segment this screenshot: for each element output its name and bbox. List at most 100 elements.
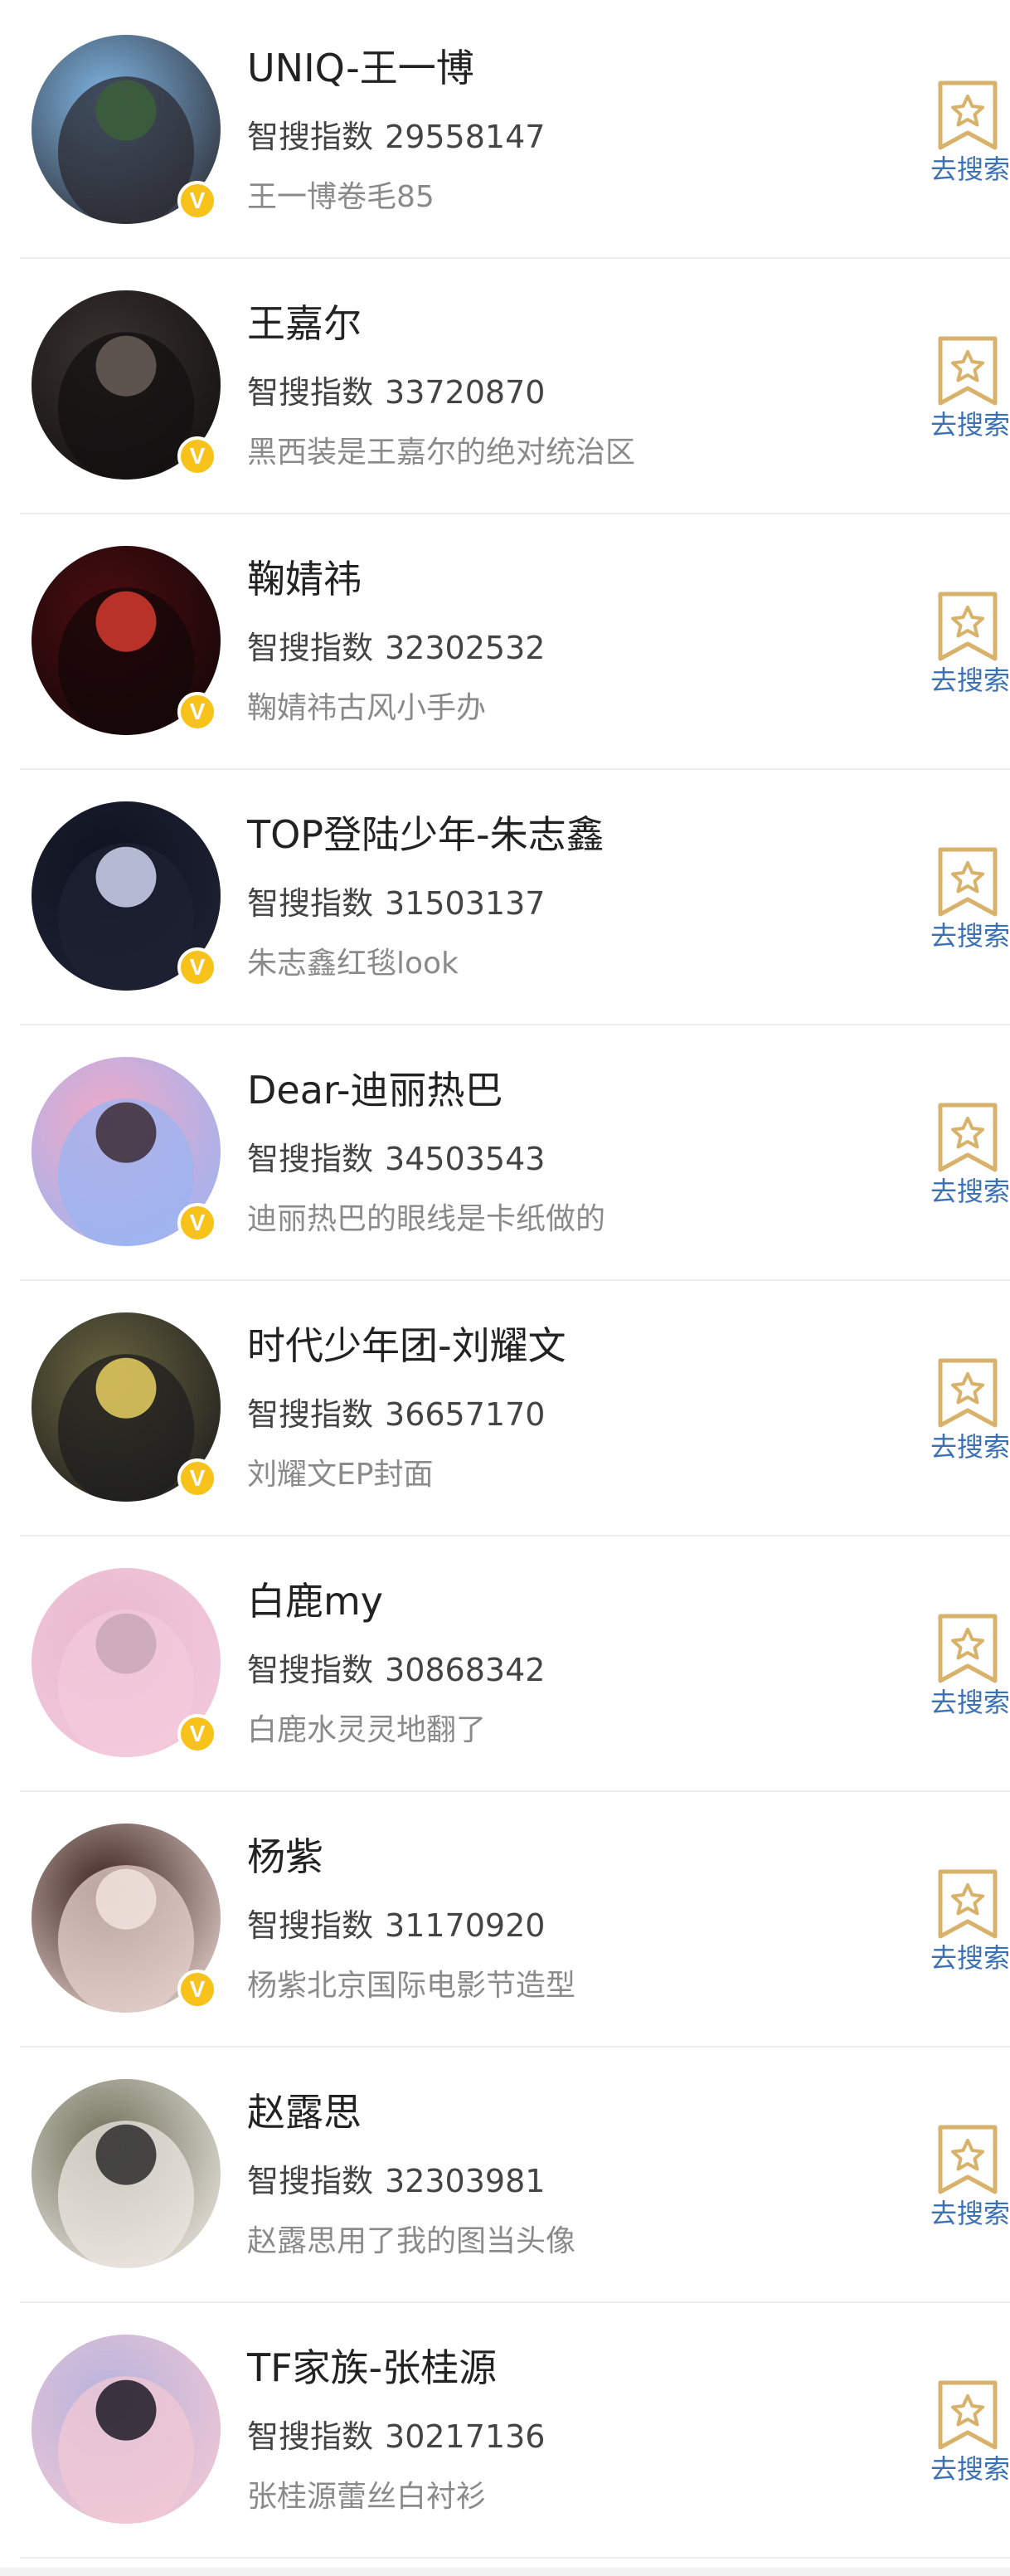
search-index: 智搜指数 29558147: [247, 116, 545, 158]
search-index-label: 智搜指数: [247, 1396, 374, 1433]
avatar[interactable]: [32, 2079, 221, 2268]
avatar-container[interactable]: V: [32, 801, 224, 994]
bookmark-star-icon: [937, 1357, 998, 1429]
search-index: 智搜指数 32303981: [247, 2160, 545, 2202]
go-search-button[interactable]: 去搜索: [929, 80, 1010, 196]
verified-badge-icon: V: [177, 1970, 217, 2009]
row-divider: [20, 2557, 1010, 2559]
search-index-value: 30217136: [385, 2418, 546, 2455]
list-item[interactable]: TF家族-张桂源 智搜指数 30217136 张桂源蕾丝白衬衫 去搜索: [0, 2303, 1010, 2559]
search-index: 智搜指数 31170920: [247, 1905, 545, 1946]
avatar-container[interactable]: V: [32, 1568, 224, 1760]
search-index-label: 智搜指数: [247, 2418, 374, 2455]
go-search-button[interactable]: 去搜索: [929, 1357, 1010, 1473]
search-index-label: 智搜指数: [247, 1652, 374, 1688]
search-index: 智搜指数 36657170: [247, 1394, 545, 1435]
search-index-value: 31503137: [385, 885, 546, 922]
hot-topic-text[interactable]: 王一博卷毛85: [247, 178, 435, 217]
avatar-container[interactable]: [32, 2335, 224, 2527]
go-search-button[interactable]: 去搜索: [929, 1868, 1010, 1984]
search-index-label: 智搜指数: [247, 119, 374, 155]
account-name[interactable]: 杨紫: [247, 1832, 323, 1882]
verified-badge-icon: V: [177, 1203, 217, 1243]
account-name[interactable]: TOP登陆少年-朱志鑫: [247, 810, 605, 859]
bookmark-star-icon: [937, 2124, 998, 2195]
hot-topic-text[interactable]: 刘耀文EP封面: [247, 1455, 433, 1495]
search-index-value: 29558147: [385, 119, 546, 155]
search-index-value: 36657170: [385, 1396, 546, 1433]
list-item[interactable]: 赵露思 智搜指数 32303981 赵露思用了我的图当头像 去搜索: [0, 2048, 1010, 2303]
search-index-label: 智搜指数: [247, 1141, 374, 1177]
verified-badge-icon: V: [177, 436, 217, 476]
list-item[interactable]: V 时代少年团-刘耀文 智搜指数 36657170 刘耀文EP封面 去搜索: [0, 1281, 1010, 1536]
verified-badge-icon: V: [177, 692, 217, 732]
search-index: 智搜指数 34503543: [247, 1138, 545, 1180]
go-search-button[interactable]: 去搜索: [929, 1613, 1010, 1729]
bottom-edge: [0, 2568, 1010, 2576]
avatar-container[interactable]: V: [32, 290, 224, 483]
account-name[interactable]: 白鹿my: [247, 1576, 383, 1626]
hot-topic-text[interactable]: 朱志鑫红毯look: [247, 944, 459, 984]
hot-topic-text[interactable]: 张桂源蕾丝白衬衫: [247, 2477, 486, 2517]
search-index-value: 32302532: [385, 630, 546, 666]
go-search-label: 去搜索: [930, 1687, 1010, 1718]
account-name[interactable]: 赵露思: [247, 2087, 362, 2137]
go-search-label: 去搜索: [930, 1942, 1010, 1974]
go-search-button[interactable]: 去搜索: [929, 591, 1010, 707]
avatar-container[interactable]: V: [32, 546, 224, 738]
search-index-label: 智搜指数: [247, 374, 374, 411]
hot-topic-text[interactable]: 杨紫北京国际电影节造型: [247, 1966, 575, 2006]
verified-badge-icon: V: [177, 1714, 217, 1754]
avatar-container[interactable]: V: [32, 1312, 224, 1505]
list-item[interactable]: V Dear-迪丽热巴 智搜指数 34503543 迪丽热巴的眼线是卡纸做的 去搜…: [0, 1025, 1010, 1281]
bookmark-star-icon: [937, 335, 998, 407]
account-list: V UNIQ-王一博 智搜指数 29558147 王一博卷毛85 去搜索 V 王…: [0, 0, 1010, 2576]
go-search-label: 去搜索: [930, 920, 1010, 952]
verified-badge-icon: V: [177, 947, 217, 987]
search-index-value: 32303981: [385, 2163, 546, 2199]
avatar-container[interactable]: V: [32, 35, 224, 227]
hot-topic-text[interactable]: 赵露思用了我的图当头像: [247, 2222, 575, 2262]
go-search-label: 去搜索: [930, 153, 1010, 185]
go-search-label: 去搜索: [930, 665, 1010, 696]
bookmark-star-icon: [937, 591, 998, 662]
bookmark-star-icon: [937, 1613, 998, 1684]
list-item[interactable]: V TOP登陆少年-朱志鑫 智搜指数 31503137 朱志鑫红毯look 去搜索: [0, 770, 1010, 1025]
go-search-button[interactable]: 去搜索: [929, 2124, 1010, 2240]
hot-topic-text[interactable]: 迪丽热巴的眼线是卡纸做的: [247, 1200, 605, 1239]
list-item[interactable]: V 王嘉尔 智搜指数 33720870 黑西装是王嘉尔的绝对统治区 去搜索: [0, 259, 1010, 514]
verified-badge-icon: V: [177, 181, 217, 221]
search-index-label: 智搜指数: [247, 1907, 374, 1944]
bookmark-star-icon: [937, 1102, 998, 1173]
search-index: 智搜指数 32302532: [247, 627, 545, 669]
avatar-container[interactable]: [32, 2079, 224, 2272]
search-index-label: 智搜指数: [247, 885, 374, 922]
go-search-button[interactable]: 去搜索: [929, 335, 1010, 451]
list-item[interactable]: V 杨紫 智搜指数 31170920 杨紫北京国际电影节造型 去搜索: [0, 1792, 1010, 2048]
account-name[interactable]: Dear-迪丽热巴: [247, 1065, 503, 1115]
avatar-container[interactable]: V: [32, 1824, 224, 2016]
go-search-button[interactable]: 去搜索: [929, 846, 1010, 962]
account-name[interactable]: 时代少年团-刘耀文: [247, 1321, 566, 1371]
search-index: 智搜指数 30217136: [247, 2416, 545, 2457]
avatar[interactable]: [32, 2335, 221, 2524]
avatar-container[interactable]: V: [32, 1057, 224, 1249]
list-item[interactable]: V 鞠婧祎 智搜指数 32302532 鞠婧祎古风小手办 去搜索: [0, 514, 1010, 770]
hot-topic-text[interactable]: 黑西装是王嘉尔的绝对统治区: [247, 433, 635, 473]
verified-badge-icon: V: [177, 1458, 217, 1498]
account-name[interactable]: 鞠婧祎: [247, 554, 362, 604]
account-name[interactable]: UNIQ-王一博: [247, 43, 474, 93]
go-search-label: 去搜索: [930, 1176, 1010, 1207]
search-index-label: 智搜指数: [247, 2163, 374, 2199]
list-item[interactable]: V 白鹿my 智搜指数 30868342 白鹿水灵灵地翻了 去搜索: [0, 1536, 1010, 1792]
account-name[interactable]: 王嘉尔: [247, 299, 362, 348]
hot-topic-text[interactable]: 白鹿水灵灵地翻了: [247, 1711, 486, 1751]
go-search-button[interactable]: 去搜索: [929, 1102, 1010, 1218]
search-index: 智搜指数 30868342: [247, 1649, 545, 1691]
bookmark-star-icon: [937, 80, 998, 151]
list-item[interactable]: V UNIQ-王一博 智搜指数 29558147 王一博卷毛85 去搜索: [0, 3, 1010, 259]
hot-topic-text[interactable]: 鞠婧祎古风小手办: [247, 689, 486, 728]
bookmark-star-icon: [937, 846, 998, 918]
account-name[interactable]: TF家族-张桂源: [247, 2343, 497, 2393]
go-search-button[interactable]: 去搜索: [929, 2379, 1010, 2496]
